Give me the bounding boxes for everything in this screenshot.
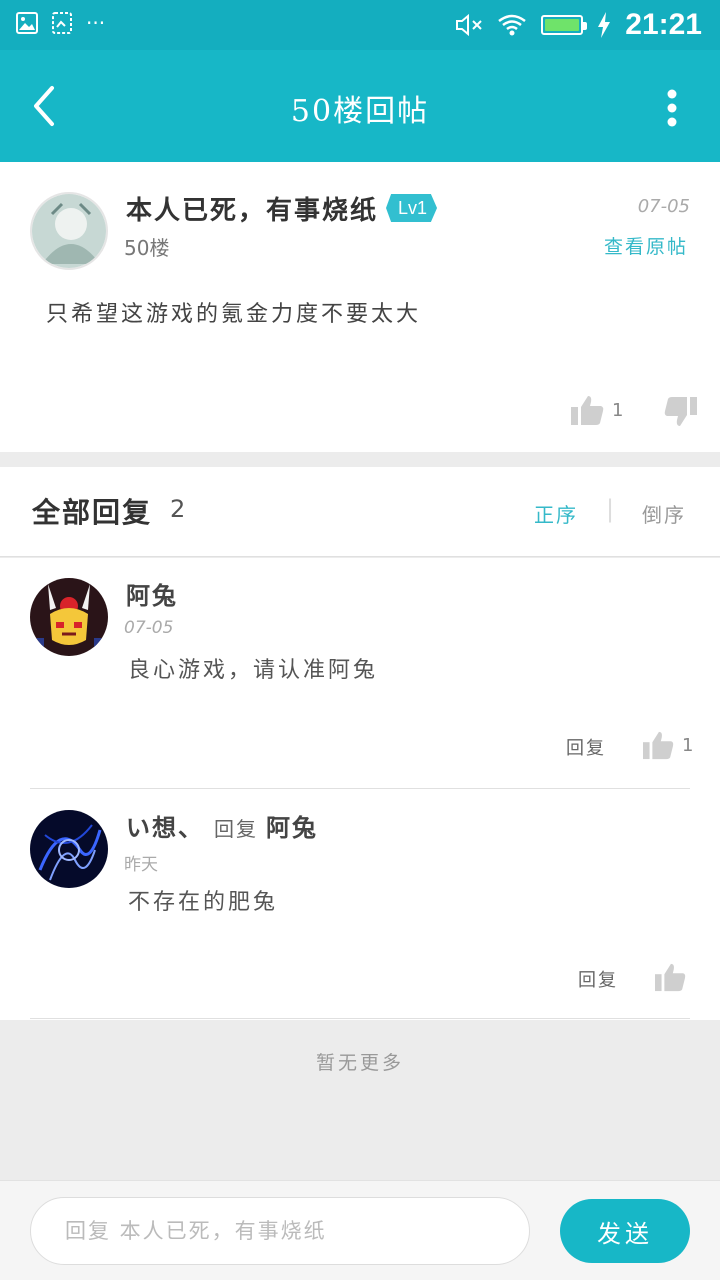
- post-author[interactable]: 本人已死，有事烧纸: [126, 190, 378, 227]
- clock: 21:21: [625, 8, 702, 41]
- avatar[interactable]: [30, 578, 108, 656]
- thumbs-up-icon: [571, 396, 604, 425]
- post-content: 只希望这游戏的氪金力度不要太大: [46, 302, 422, 327]
- floor-number: 50楼: [124, 236, 170, 260]
- like-button[interactable]: 1: [642, 730, 693, 760]
- avatar[interactable]: [30, 810, 108, 888]
- reply-to-user[interactable]: 阿兔: [266, 813, 318, 842]
- sort-separator: |: [606, 495, 615, 523]
- divider: [30, 1018, 690, 1019]
- reply-author-line: い想、 回复 阿兔: [126, 808, 318, 843]
- reply-input[interactable]: [30, 1197, 530, 1265]
- view-original-link[interactable]: 查看原帖: [604, 232, 688, 259]
- thumbs-down-icon[interactable]: [664, 396, 698, 428]
- page-title: 50楼回帖: [290, 94, 430, 129]
- like-count: 1: [682, 734, 694, 756]
- replies-header: 全部回复 2 正序 | 倒序: [0, 467, 720, 557]
- image-icon: [16, 12, 38, 34]
- reply-to-label: 回复: [214, 817, 258, 841]
- more-vertical-icon[interactable]: [666, 88, 678, 128]
- thumbs-up-icon: [655, 963, 686, 992]
- avatar[interactable]: [30, 192, 108, 270]
- like-button[interactable]: 1: [570, 394, 623, 426]
- wifi-icon: [498, 14, 527, 36]
- original-post: 本人已死，有事烧纸 Lv1 50楼 07-05 查看原帖 只希望这游戏的氪金力度…: [0, 162, 720, 452]
- battery-fill: [545, 19, 580, 31]
- like-button[interactable]: [654, 962, 686, 992]
- screenshot-icon: [52, 12, 72, 34]
- level-badge: Lv1: [386, 194, 438, 222]
- reply-bar: 发送: [0, 1180, 720, 1280]
- reply-count: 2: [170, 495, 186, 523]
- reply-button[interactable]: 回复: [566, 734, 606, 760]
- post-date: 07-05: [637, 196, 690, 217]
- mute-icon: [456, 13, 482, 37]
- charging-icon: [598, 12, 611, 38]
- status-bar: ··· 21:21: [0, 0, 720, 50]
- sort-descending-tab[interactable]: 倒序: [642, 499, 686, 528]
- reply-text: 不存在的肥兔: [128, 890, 279, 915]
- reply-text: 良心游戏，请认准阿兔: [128, 658, 379, 683]
- list-item: い想、 回复 阿兔 昨天 不存在的肥兔 回复: [0, 790, 720, 1020]
- reply-author[interactable]: 阿兔: [126, 576, 178, 611]
- reply-date: 昨天: [124, 855, 158, 875]
- reply-author[interactable]: い想、: [126, 813, 204, 842]
- reply-list: 阿兔 07-05 良心游戏，请认准阿兔 回复 1 い想、 回复 阿兔 昨天 不存在的…: [0, 558, 720, 1020]
- list-item: 阿兔 07-05 良心游戏，请认准阿兔 回复 1: [0, 558, 720, 788]
- battery-icon: [541, 15, 588, 35]
- more-dots-icon: ···: [86, 11, 106, 35]
- like-count: 1: [612, 399, 624, 421]
- all-replies-label: 全部回复: [32, 496, 153, 529]
- sort-ascending-tab[interactable]: 正序: [534, 499, 578, 528]
- send-button[interactable]: 发送: [560, 1199, 690, 1263]
- reply-button[interactable]: 回复: [578, 966, 618, 992]
- reply-date: 07-05: [124, 618, 174, 638]
- divider: [30, 788, 690, 789]
- thumbs-up-icon: [643, 731, 674, 760]
- no-more-text: 暂无更多: [315, 1052, 404, 1074]
- title-bar: 50楼回帖: [0, 50, 720, 162]
